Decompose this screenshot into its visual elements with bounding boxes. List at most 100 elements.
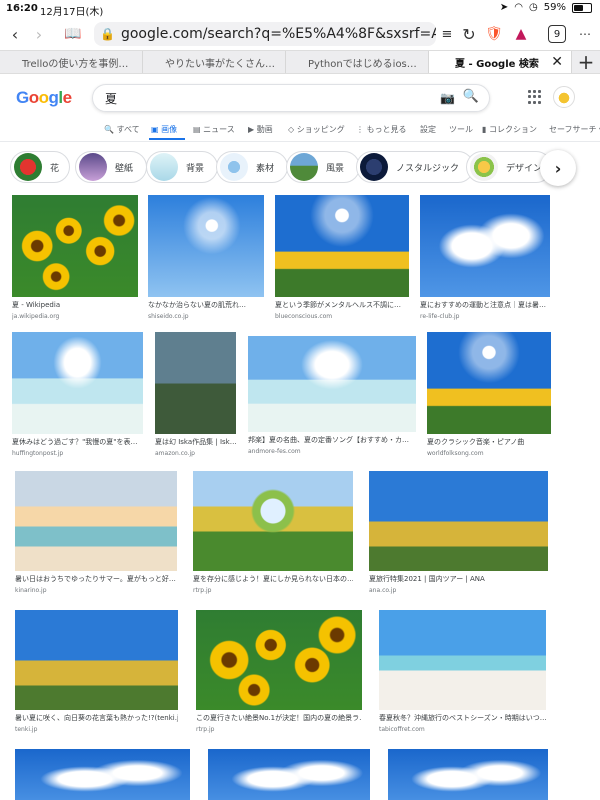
apps-grid-icon[interactable]	[528, 90, 542, 104]
address-bar[interactable]: 🔒 google.com/search?q=%E5%A4%8F&sxsrf=AL…	[94, 22, 436, 46]
result-title[interactable]: この夏行きたい絶景No.1が決定！国内の夏の絶景ラ…	[196, 714, 362, 723]
result-image[interactable]	[388, 749, 548, 800]
result-title[interactable]: なかなか治らない夏の肌荒れ…	[148, 301, 264, 310]
safesearch-toggle[interactable]: セーフサーチ ▾	[549, 124, 600, 135]
back-icon[interactable]: ‹	[6, 18, 24, 50]
rewards-icon[interactable]: ▲	[512, 18, 530, 50]
alarm-icon: ◷	[529, 2, 538, 13]
result-title[interactable]: 暑い夏に咲く、向日葵の花言葉も熱かった!?(tenki.j…	[15, 714, 178, 723]
tab-python[interactable]: Pythonではじめるios…	[286, 51, 429, 73]
tab-news[interactable]: ▤ ニュース	[193, 124, 235, 135]
google-logo[interactable]: Google	[16, 88, 72, 108]
result-title[interactable]: 夏休みはどう過ごす？"我慢の夏"を表…	[12, 438, 143, 447]
image-result[interactable]: 夏 - Wikipedia ja.wikipedia.org	[12, 195, 138, 321]
tab-settings[interactable]: 設定	[420, 124, 436, 135]
tab-trello[interactable]: Trelloの使い方を事例…	[0, 51, 143, 73]
image-result[interactable]: 夏におすすめの運動と注意点｜夏は暑… re-life-club.jp	[420, 195, 550, 321]
result-image[interactable]	[420, 195, 550, 297]
result-source: worldfolksong.com	[427, 450, 484, 457]
chip-label: 素材	[256, 163, 275, 174]
tab-label: 夏 - Google 検索	[455, 58, 539, 70]
tab-videos[interactable]: ▶ 動画	[248, 124, 273, 135]
menu-icon[interactable]: ⋯	[576, 18, 594, 50]
tab-images[interactable]: ▣ 画像	[151, 124, 177, 135]
image-result[interactable]: 夏のクラシック音楽・ピアノ曲 worldfolksong.com	[427, 332, 551, 458]
result-image[interactable]	[12, 195, 138, 297]
tab-shopping[interactable]: ◇ ショッピング	[288, 124, 345, 135]
result-image[interactable]	[193, 471, 353, 571]
status-date: 12月17日(木)	[40, 7, 104, 18]
result-image[interactable]	[248, 336, 416, 432]
result-title[interactable]: 夏におすすめの運動と注意点｜夏は暑…	[420, 301, 550, 310]
camera-icon[interactable]: 📷	[440, 91, 455, 105]
image-result[interactable]: 暑い夏に咲く、向日葵の花言葉も熱かった!?(tenki.j… tenki.jp	[15, 610, 178, 734]
result-image[interactable]	[275, 195, 409, 297]
chip-nostalgic[interactable]: ノスタルジック	[356, 151, 474, 183]
chip-material[interactable]: 素材	[216, 151, 288, 183]
image-result[interactable]	[208, 749, 370, 800]
bookmarks-icon[interactable]: 📖	[62, 18, 84, 50]
result-image[interactable]	[12, 332, 143, 434]
search-icon[interactable]: 🔍	[463, 89, 479, 104]
tab-count-button[interactable]: 9	[548, 25, 566, 43]
result-title[interactable]: 夏のクラシック音楽・ピアノ曲	[427, 438, 551, 447]
result-image[interactable]	[15, 471, 177, 571]
result-image[interactable]	[369, 471, 548, 571]
tab-collections[interactable]: ▮ コレクション	[482, 124, 537, 135]
reader-icon[interactable]: ≡	[438, 18, 456, 50]
result-image[interactable]	[196, 610, 362, 710]
result-source: re-life-club.jp	[420, 313, 460, 320]
search-input[interactable]: 夏 📷 🔍	[92, 84, 490, 112]
reload-icon[interactable]: ↻	[460, 18, 478, 50]
tab-yaritai[interactable]: やりたい事がたくさん…	[143, 51, 286, 73]
image-result[interactable]: なかなか治らない夏の肌荒れ… shiseido.co.jp	[148, 195, 264, 321]
result-title[interactable]: 夏を存分に感じよう！夏にしか見られない日本の…	[193, 575, 353, 584]
wifi-icon: ◠	[514, 2, 524, 13]
brave-shield-icon[interactable]: 🛡	[485, 18, 503, 50]
close-tab-icon[interactable]: ✕	[551, 54, 563, 70]
image-result[interactable]: 春夏秋冬？沖縄旅行のベストシーズン・時期はいつ… tabicoffret.com	[379, 610, 546, 734]
result-image[interactable]	[155, 332, 236, 434]
avatar[interactable]	[553, 86, 575, 108]
chip-scenery[interactable]: 風景	[286, 151, 360, 183]
chip-flower[interactable]: 花	[10, 151, 70, 183]
chip-background[interactable]: 背景	[146, 151, 218, 183]
result-source: tabicoffret.com	[379, 726, 425, 733]
image-result[interactable]: 夏休みはどう過ごす？"我慢の夏"を表… huffingtonpost.jp	[12, 332, 143, 458]
image-result[interactable]	[388, 749, 548, 800]
image-result[interactable]: 邦楽】夏の名曲、夏の定番ソング【おすすめ・カ… andmore-fes.com	[248, 336, 416, 456]
image-result[interactable]: 夏という季節がメンタルヘルス不調に… blueconscious.com	[275, 195, 409, 321]
result-title[interactable]: 邦楽】夏の名曲、夏の定番ソング【おすすめ・カ…	[248, 436, 416, 445]
result-title[interactable]: 夏という季節がメンタルヘルス不調に…	[275, 301, 409, 310]
image-result[interactable]: この夏行きたい絶景No.1が決定！国内の夏の絶景ラ… rtrp.jp	[196, 610, 362, 734]
tab-all[interactable]: 🔍 すべて	[104, 124, 140, 135]
result-title[interactable]: 夏 - Wikipedia	[12, 301, 138, 310]
new-tab-button[interactable]: +	[572, 50, 600, 74]
result-image[interactable]	[15, 610, 178, 710]
tab-shopping-label: ショッピング	[296, 125, 345, 134]
result-image[interactable]	[427, 332, 551, 434]
result-image[interactable]	[15, 749, 190, 800]
result-title[interactable]: 夏旅行特集2021 | 国内ツアー | ANA	[369, 575, 548, 584]
chevron-right-icon[interactable]: ›	[540, 150, 576, 186]
tab-more[interactable]: ⋮ もっと見る	[356, 124, 407, 135]
result-title[interactable]: 春夏秋冬？沖縄旅行のベストシーズン・時期はいつ…	[379, 714, 546, 723]
image-result[interactable]: 暑い日はおうちでゆったりサマー。夏がもっと好… kinarino.jp	[15, 471, 177, 595]
image-result[interactable]: 夏は幻 Iska作品集 | Isk… amazon.co.jp	[155, 332, 236, 458]
image-result[interactable]: 夏を存分に感じよう！夏にしか見られない日本の… rtrp.jp	[193, 471, 353, 595]
result-image[interactable]	[379, 610, 546, 710]
image-result[interactable]: 夏旅行特集2021 | 国内ツアー | ANA ana.co.jp	[369, 471, 548, 595]
result-title[interactable]: 暑い日はおうちでゆったりサマー。夏がもっと好…	[15, 575, 177, 584]
tab-google-search[interactable]: 夏 - Google 検索 ✕	[429, 51, 572, 73]
search-query: 夏	[105, 91, 118, 106]
tab-tools[interactable]: ツール	[449, 124, 473, 135]
chip-label: 風景	[326, 163, 345, 174]
forward-icon[interactable]: ›	[30, 18, 48, 50]
result-image[interactable]	[208, 749, 370, 800]
result-image[interactable]	[148, 195, 264, 297]
image-result[interactable]	[15, 749, 190, 800]
tag-icon: ◇	[288, 125, 295, 134]
result-title[interactable]: 夏は幻 Iska作品集 | Isk…	[155, 438, 236, 447]
chip-wallpaper[interactable]: 壁紙	[75, 151, 147, 183]
chip-thumbnail	[290, 153, 318, 181]
